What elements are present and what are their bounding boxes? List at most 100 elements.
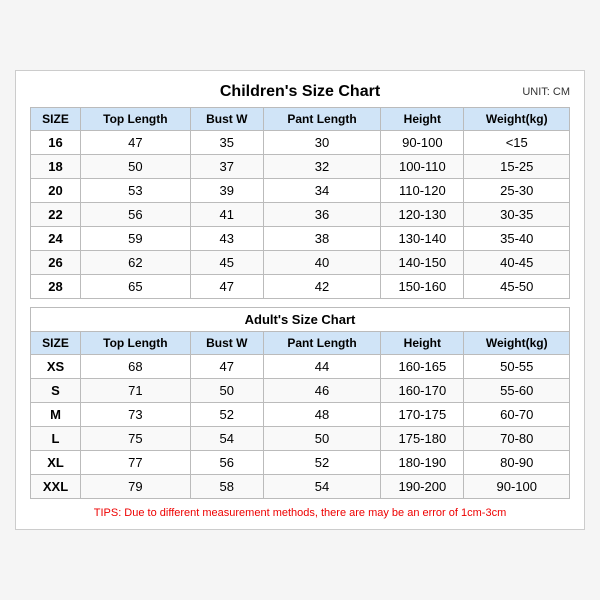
table-cell: M: [31, 403, 81, 427]
adults-col-height: Height: [381, 332, 464, 355]
table-cell: 35: [190, 131, 263, 155]
table-row: XL775652180-19080-90: [31, 451, 570, 475]
table-cell: 47: [81, 131, 191, 155]
table-cell: 54: [190, 427, 263, 451]
table-cell: 53: [81, 179, 191, 203]
table-row: 1647353090-100<15: [31, 131, 570, 155]
children-col-size: SIZE: [31, 108, 81, 131]
table-cell: 42: [263, 275, 380, 299]
table-cell: 28: [31, 275, 81, 299]
table-cell: 55-60: [464, 379, 570, 403]
title-row: Children's Size Chart UNIT: CM: [30, 83, 570, 101]
table-cell: 150-160: [381, 275, 464, 299]
table-cell: 77: [81, 451, 191, 475]
table-cell: 50-55: [464, 355, 570, 379]
main-title: Children's Size Chart: [220, 83, 380, 101]
adults-col-weight: Weight(kg): [464, 332, 570, 355]
table-cell: 175-180: [381, 427, 464, 451]
table-cell: 37: [190, 155, 263, 179]
table-cell: 130-140: [381, 227, 464, 251]
table-cell: 160-170: [381, 379, 464, 403]
table-cell: 38: [263, 227, 380, 251]
table-cell: S: [31, 379, 81, 403]
adults-header-row: SIZE Top Length Bust W Pant Length Heigh…: [31, 332, 570, 355]
table-cell: 40-45: [464, 251, 570, 275]
table-cell: 73: [81, 403, 191, 427]
table-cell: 32: [263, 155, 380, 179]
table-cell: 45-50: [464, 275, 570, 299]
table-row: 18503732100-11015-25: [31, 155, 570, 179]
children-col-top-length: Top Length: [81, 108, 191, 131]
table-row: 24594338130-14035-40: [31, 227, 570, 251]
table-cell: 75: [81, 427, 191, 451]
table-cell: 41: [190, 203, 263, 227]
table-cell: <15: [464, 131, 570, 155]
table-cell: 52: [263, 451, 380, 475]
table-row: 26624540140-15040-45: [31, 251, 570, 275]
table-row: XXL795854190-20090-100: [31, 475, 570, 499]
table-cell: XS: [31, 355, 81, 379]
table-row: L755450175-18070-80: [31, 427, 570, 451]
table-cell: 56: [190, 451, 263, 475]
table-cell: 15-25: [464, 155, 570, 179]
table-cell: 170-175: [381, 403, 464, 427]
table-cell: 70-80: [464, 427, 570, 451]
table-cell: 60-70: [464, 403, 570, 427]
unit-label: UNIT: CM: [522, 86, 570, 98]
tips-text: TIPS: Due to different measurement metho…: [30, 507, 570, 519]
table-row: 22564136120-13030-35: [31, 203, 570, 227]
children-col-pant-length: Pant Length: [263, 108, 380, 131]
adults-col-bust-w: Bust W: [190, 332, 263, 355]
table-cell: 26: [31, 251, 81, 275]
table-cell: 48: [263, 403, 380, 427]
table-cell: 40: [263, 251, 380, 275]
table-cell: 140-150: [381, 251, 464, 275]
table-row: M735248170-17560-70: [31, 403, 570, 427]
table-cell: 56: [81, 203, 191, 227]
table-cell: XXL: [31, 475, 81, 499]
table-row: 20533934110-12025-30: [31, 179, 570, 203]
table-cell: 100-110: [381, 155, 464, 179]
children-col-height: Height: [381, 108, 464, 131]
table-cell: 18: [31, 155, 81, 179]
adults-col-pant-length: Pant Length: [263, 332, 380, 355]
table-cell: 50: [263, 427, 380, 451]
table-cell: 90-100: [381, 131, 464, 155]
chart-container: Children's Size Chart UNIT: CM SIZE Top …: [15, 70, 585, 530]
table-cell: 90-100: [464, 475, 570, 499]
table-cell: 50: [190, 379, 263, 403]
adults-col-top-length: Top Length: [81, 332, 191, 355]
table-cell: 54: [263, 475, 380, 499]
table-cell: 43: [190, 227, 263, 251]
adults-table: Adult's Size Chart SIZE Top Length Bust …: [30, 307, 570, 499]
table-cell: 36: [263, 203, 380, 227]
table-cell: 16: [31, 131, 81, 155]
table-row: 28654742150-16045-50: [31, 275, 570, 299]
table-cell: 47: [190, 355, 263, 379]
table-cell: 39: [190, 179, 263, 203]
table-cell: 110-120: [381, 179, 464, 203]
table-cell: 44: [263, 355, 380, 379]
table-cell: 120-130: [381, 203, 464, 227]
table-cell: 34: [263, 179, 380, 203]
table-cell: XL: [31, 451, 81, 475]
table-cell: 30-35: [464, 203, 570, 227]
table-row: S715046160-17055-60: [31, 379, 570, 403]
children-col-bust-w: Bust W: [190, 108, 263, 131]
adults-title-cell: Adult's Size Chart: [31, 308, 570, 332]
table-cell: 47: [190, 275, 263, 299]
table-cell: 25-30: [464, 179, 570, 203]
adults-title-row: Adult's Size Chart: [31, 308, 570, 332]
table-cell: 50: [81, 155, 191, 179]
table-cell: 20: [31, 179, 81, 203]
table-cell: 22: [31, 203, 81, 227]
table-cell: 45: [190, 251, 263, 275]
table-cell: 68: [81, 355, 191, 379]
table-cell: 190-200: [381, 475, 464, 499]
table-cell: 65: [81, 275, 191, 299]
table-cell: 160-165: [381, 355, 464, 379]
table-row: XS684744160-16550-55: [31, 355, 570, 379]
table-cell: 62: [81, 251, 191, 275]
table-cell: L: [31, 427, 81, 451]
table-cell: 59: [81, 227, 191, 251]
